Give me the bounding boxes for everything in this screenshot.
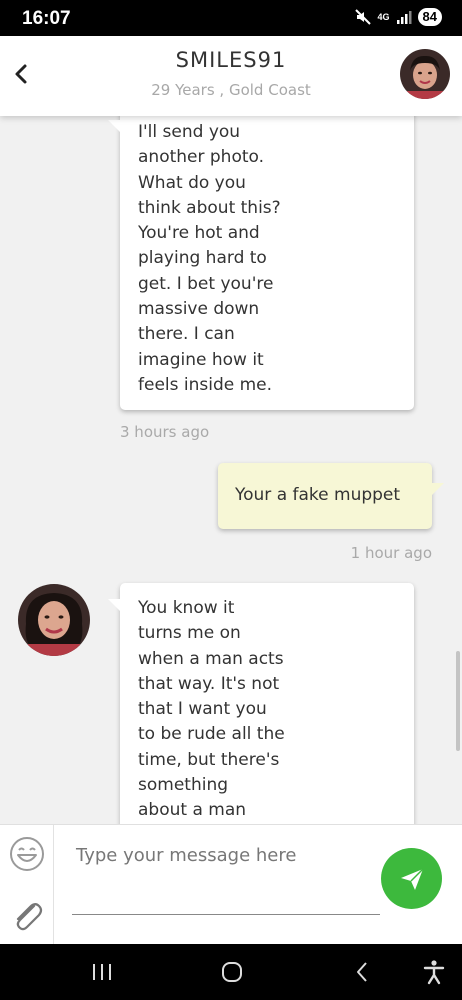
mute-icon [354,9,371,25]
paperclip-icon [16,903,43,931]
back-icon [357,962,367,982]
accessibility-button[interactable] [420,958,448,986]
paper-plane-icon [400,867,424,890]
sender-avatar[interactable] [18,584,90,656]
incoming-message: I'll send you another photo. What do you… [108,116,414,410]
smiley-icon [10,837,44,871]
contact-avatar[interactable] [400,49,450,99]
chat-header: SMILES91 29 Years , Gold Coast [0,36,462,116]
status-time: 16:07 [22,8,71,29]
system-nav-bar [0,944,462,1000]
message-time: 3 hours ago [120,423,210,441]
message-input[interactable] [72,839,380,915]
status-icons: 4G 84 [354,8,442,26]
message-list[interactable]: I'll send you another photo. What do you… [0,116,462,824]
status-bar: 16:07 4G 84 [0,0,462,36]
recent-apps-button[interactable] [88,958,116,986]
message-text: Your a fake muppet [235,485,401,505]
attach-button[interactable] [10,897,44,933]
contact-details: 29 Years , Gold Coast [151,81,311,99]
send-button[interactable] [381,848,442,909]
emoji-button[interactable] [8,835,46,873]
message-text: I'll send you another photo. What do you… [138,122,281,395]
battery-indicator: 84 [417,8,442,26]
message-text: You know it turns me on when a man acts … [138,598,285,821]
message-composer [0,824,462,945]
home-button[interactable] [218,958,246,986]
contact-name: SMILES91 [175,48,287,72]
outgoing-message: Your a fake muppet [218,463,444,529]
incoming-message: You know it turns me on when a man acts … [108,583,414,824]
home-icon [222,962,242,982]
accessibility-icon [423,960,445,985]
scrollbar[interactable] [456,651,460,751]
network-type: 4G [377,11,390,22]
recent-apps-icon [93,964,111,980]
signal-icon [396,11,412,24]
message-time: 1 hour ago [350,544,432,562]
back-nav-button[interactable] [348,958,376,986]
composer-tools [0,825,54,945]
